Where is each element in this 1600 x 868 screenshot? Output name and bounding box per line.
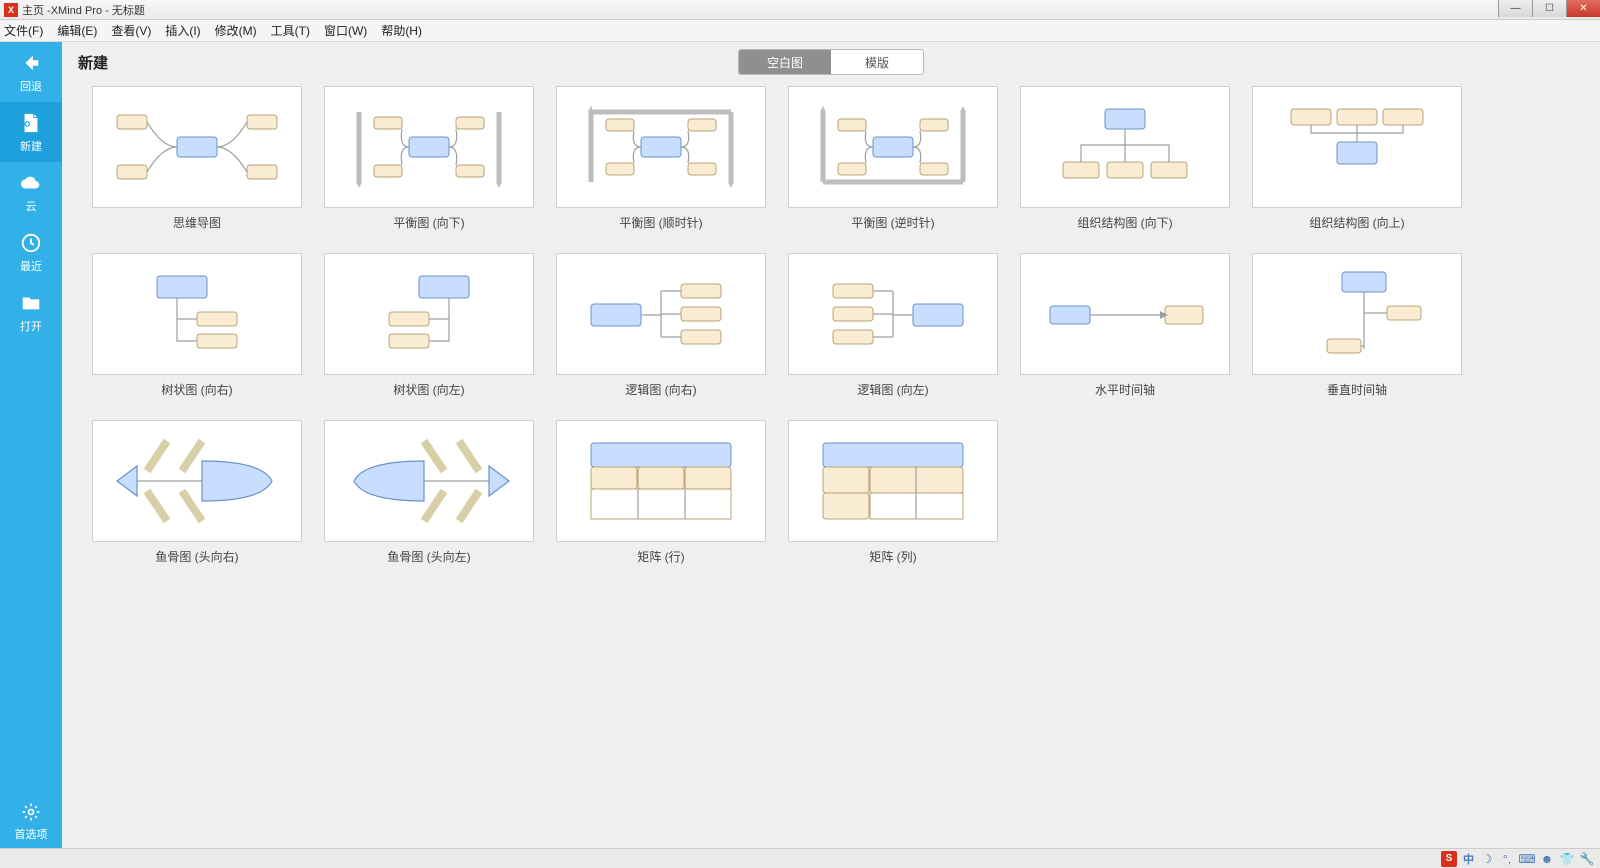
template-label: 平衡图 (向下) [393, 214, 464, 231]
sidebar-item-recent[interactable]: 最近 [0, 222, 62, 282]
sidebar-label-new: 新建 [20, 138, 42, 154]
template-thumb [788, 420, 998, 542]
template-label: 树状图 (向左) [393, 381, 464, 398]
template-thumb [92, 253, 302, 375]
main-content: 新建 空白图 模版 [62, 42, 1600, 848]
menu-bar: 文件(F) 编辑(E) 查看(V) 插入(I) 修改(M) 工具(T) 窗口(W… [0, 20, 1600, 42]
template-thumb [324, 86, 534, 208]
template-label: 垂直时间轴 [1327, 381, 1387, 398]
sidebar-label-back: 回退 [20, 78, 42, 94]
template-label: 组织结构图 (向上) [1309, 214, 1404, 231]
menu-insert[interactable]: 插入(I) [165, 22, 200, 39]
template-thumb [1020, 253, 1230, 375]
window-title: 主页 -XMind Pro - 无标题 [22, 2, 145, 18]
template-label: 矩阵 (列) [869, 548, 916, 565]
menu-view[interactable]: 查看(V) [111, 22, 151, 39]
cloud-icon [20, 172, 42, 194]
template-label: 逻辑图 (向左) [857, 381, 928, 398]
moon-icon[interactable]: ☽ [1480, 852, 1494, 866]
template-balance-down[interactable]: 平衡图 (向下) [324, 86, 534, 231]
template-label: 鱼骨图 (头向右) [155, 548, 238, 565]
menu-help[interactable]: 帮助(H) [381, 22, 422, 39]
template-thumb [556, 86, 766, 208]
template-balance-ccw[interactable]: 平衡图 (逆时针) [788, 86, 998, 231]
template-label: 组织结构图 (向下) [1077, 214, 1172, 231]
window-titlebar: X 主页 -XMind Pro - 无标题 — ☐ ✕ [0, 0, 1600, 20]
template-label: 平衡图 (逆时针) [851, 214, 934, 231]
ime-icon[interactable]: S [1441, 851, 1457, 867]
template-fishbone-left[interactable]: 鱼骨图 (头向左) [324, 420, 534, 565]
template-matrix-col[interactable]: 矩阵 (列) [788, 420, 998, 565]
header-row: 新建 空白图 模版 [62, 42, 1600, 82]
template-thumb [1020, 86, 1230, 208]
folder-icon [20, 292, 42, 314]
template-thumb [556, 420, 766, 542]
template-thumb [788, 253, 998, 375]
sidebar-item-back[interactable]: 回退 [0, 42, 62, 102]
new-file-icon [20, 112, 42, 134]
sidebar-item-open[interactable]: 打开 [0, 282, 62, 342]
clock-icon [20, 232, 42, 254]
template-matrix-row[interactable]: 矩阵 (行) [556, 420, 766, 565]
template-thumb [324, 420, 534, 542]
sidebar-item-new[interactable]: 新建 [0, 102, 62, 162]
app-icon: X [4, 3, 18, 17]
template-thumb [788, 86, 998, 208]
menu-edit[interactable]: 编辑(E) [57, 22, 97, 39]
tab-template[interactable]: 模版 [831, 50, 923, 74]
gear-icon [21, 802, 41, 822]
template-label: 逻辑图 (向右) [625, 381, 696, 398]
sidebar-item-cloud[interactable]: 云 [0, 162, 62, 222]
template-timeline-v[interactable]: 垂直时间轴 [1252, 253, 1462, 398]
template-mindmap[interactable]: 思维导图 [92, 86, 302, 231]
sidebar: 回退 新建 云 最近 打开 首选项 [0, 42, 62, 848]
sidebar-label-cloud: 云 [26, 198, 37, 214]
sidebar-item-prefs[interactable]: 首选项 [0, 802, 62, 842]
template-label: 平衡图 (顺时针) [619, 214, 702, 231]
template-label: 水平时间轴 [1095, 381, 1155, 398]
wrench-icon[interactable]: 🔧 [1580, 852, 1594, 866]
template-thumb [324, 253, 534, 375]
template-thumb [92, 86, 302, 208]
template-tree-right[interactable]: 树状图 (向右) [92, 253, 302, 398]
close-button[interactable]: ✕ [1566, 0, 1600, 17]
template-logic-right[interactable]: 逻辑图 (向右) [556, 253, 766, 398]
template-label: 思维导图 [173, 214, 221, 231]
template-grid: 思维导图 平衡图 (向下) [62, 82, 1600, 848]
sidebar-label-prefs: 首选项 [15, 826, 48, 842]
template-label: 树状图 (向右) [161, 381, 232, 398]
template-tree-left[interactable]: 树状图 (向左) [324, 253, 534, 398]
menu-file[interactable]: 文件(F) [4, 22, 43, 39]
minimize-button[interactable]: — [1498, 0, 1532, 17]
maximize-button[interactable]: ☐ [1532, 0, 1566, 17]
template-org-up[interactable]: 组织结构图 (向上) [1252, 86, 1462, 231]
template-thumb [1252, 86, 1462, 208]
smiley-icon[interactable]: ☻ [1540, 852, 1554, 866]
sidebar-label-recent: 最近 [20, 258, 42, 274]
window-controls: — ☐ ✕ [1498, 0, 1600, 17]
arrow-left-icon [20, 52, 42, 74]
template-label: 鱼骨图 (头向左) [387, 548, 470, 565]
shirt-icon[interactable]: 👕 [1560, 852, 1574, 866]
template-thumb [1252, 253, 1462, 375]
view-tabs: 空白图 模版 [738, 49, 924, 75]
tab-blank[interactable]: 空白图 [739, 50, 831, 74]
taskbar: S 中 ☽ °, ⌨ ☻ 👕 🔧 [0, 848, 1600, 868]
template-org-down[interactable]: 组织结构图 (向下) [1020, 86, 1230, 231]
template-fishbone-right[interactable]: 鱼骨图 (头向右) [92, 420, 302, 565]
menu-modify[interactable]: 修改(M) [215, 22, 257, 39]
template-timeline-h[interactable]: 水平时间轴 [1020, 253, 1230, 398]
keyboard-icon[interactable]: ⌨ [1520, 852, 1534, 866]
template-label: 矩阵 (行) [637, 548, 684, 565]
menu-window[interactable]: 窗口(W) [324, 22, 367, 39]
template-logic-left[interactable]: 逻辑图 (向左) [788, 253, 998, 398]
menu-tools[interactable]: 工具(T) [271, 22, 310, 39]
sidebar-label-open: 打开 [20, 318, 42, 334]
ime-lang[interactable]: 中 [1463, 851, 1474, 867]
page-title: 新建 [78, 52, 108, 73]
punct-icon[interactable]: °, [1500, 852, 1514, 866]
template-balance-cw[interactable]: 平衡图 (顺时针) [556, 86, 766, 231]
template-thumb [556, 253, 766, 375]
template-thumb [92, 420, 302, 542]
